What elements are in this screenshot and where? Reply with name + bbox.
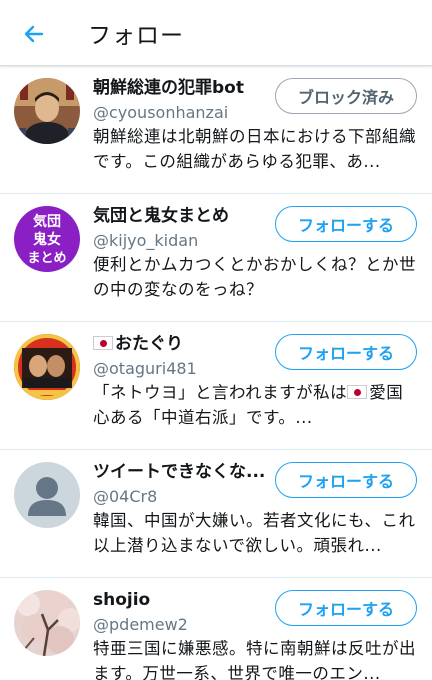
- cherry-blossom-photo-icon: [14, 590, 80, 656]
- user-name[interactable]: shojio: [93, 588, 273, 612]
- bio-text-before: 「ネトウヨ」と言われますが私は: [93, 383, 348, 402]
- follow-button[interactable]: フォローする: [275, 462, 417, 498]
- user-handle: @pdemew2: [93, 615, 188, 634]
- avatar[interactable]: [14, 590, 80, 656]
- avatar[interactable]: [14, 78, 80, 144]
- user-row[interactable]: 気団 鬼女 まとめ 気団と鬼女まとめ @kijyo_kidan フォローする 便…: [0, 194, 432, 322]
- user-bio: 韓国、中国が大嫌い。若者文化にも、これ以上潜り込まないで欲しい。頑張れ...: [93, 511, 416, 555]
- user-row[interactable]: ツイートできなくな... @04Cr8 フォローする 韓国、中国が大嫌い。若者文…: [0, 450, 432, 578]
- user-name[interactable]: 気団と鬼女まとめ: [93, 204, 273, 228]
- top-bar: フォロー: [0, 0, 432, 66]
- follow-button[interactable]: フォローする: [275, 590, 417, 626]
- follow-button[interactable]: フォローする: [275, 334, 417, 370]
- user-row[interactable]: おたぐり @otaguri481 フォローする 「ネトウヨ」と言われますが私は愛…: [0, 322, 432, 450]
- user-bio: 特亜三国に嫌悪感。特に南朝鮮は反吐が出ます。万世一系、世界で唯一のエン...: [93, 639, 416, 680]
- page-title: フォロー: [88, 23, 184, 49]
- portrait-photo-icon: [14, 78, 80, 144]
- avatar-text-1: 気団: [33, 213, 61, 230]
- user-bio: 朝鮮総連は北朝鮮の日本における下部組織です。この組織があらゆる犯罪、あ...: [93, 127, 416, 171]
- user-handle: @cyousonhanzai: [93, 103, 229, 122]
- user-row[interactable]: shojio @pdemew2 フォローする 特亜三国に嫌悪感。特に南朝鮮は反吐…: [0, 578, 432, 680]
- user-bio: 便利とかムカつくとかおかしくね？とか世の中の変なのをっね？: [93, 255, 416, 299]
- user-handle: @kijyo_kidan: [93, 231, 199, 250]
- default-user-icon: [14, 462, 80, 528]
- user-bio: 「ネトウヨ」と言われますが私は 愛国心ある「中道右派」です。...: [93, 380, 419, 430]
- avatar[interactable]: 気団 鬼女 まとめ: [14, 206, 80, 272]
- follow-button[interactable]: フォローする: [275, 206, 417, 242]
- user-handle: @04Cr8: [93, 487, 158, 506]
- avatar-text-2: 鬼女: [33, 231, 61, 248]
- avatar-text-3: まとめ: [27, 251, 66, 266]
- text-logo-avatar-icon: 気団 鬼女 まとめ: [14, 206, 80, 272]
- avatar[interactable]: [14, 334, 80, 400]
- blocked-button[interactable]: ブロック済み: [275, 78, 417, 114]
- portrait-photo-icon: [14, 334, 80, 400]
- user-row[interactable]: 朝鮮総連の犯罪bot @cyousonhanzai ブロック済み 朝鮮総連は北朝…: [0, 66, 432, 194]
- back-button[interactable]: [14, 14, 54, 54]
- user-name[interactable]: おたぐり: [93, 332, 273, 356]
- avatar[interactable]: [14, 462, 80, 528]
- user-name[interactable]: ツイートできなくな...: [93, 460, 273, 484]
- following-list: 朝鮮総連の犯罪bot @cyousonhanzai ブロック済み 朝鮮総連は北朝…: [0, 66, 432, 680]
- back-arrow-icon: [24, 25, 44, 43]
- user-handle: @otaguri481: [93, 359, 197, 378]
- japan-flag-icon: [347, 385, 368, 399]
- japan-flag-icon: [93, 336, 113, 350]
- user-name-text: おたぐり: [115, 334, 183, 354]
- user-name[interactable]: 朝鮮総連の犯罪bot: [93, 76, 273, 100]
